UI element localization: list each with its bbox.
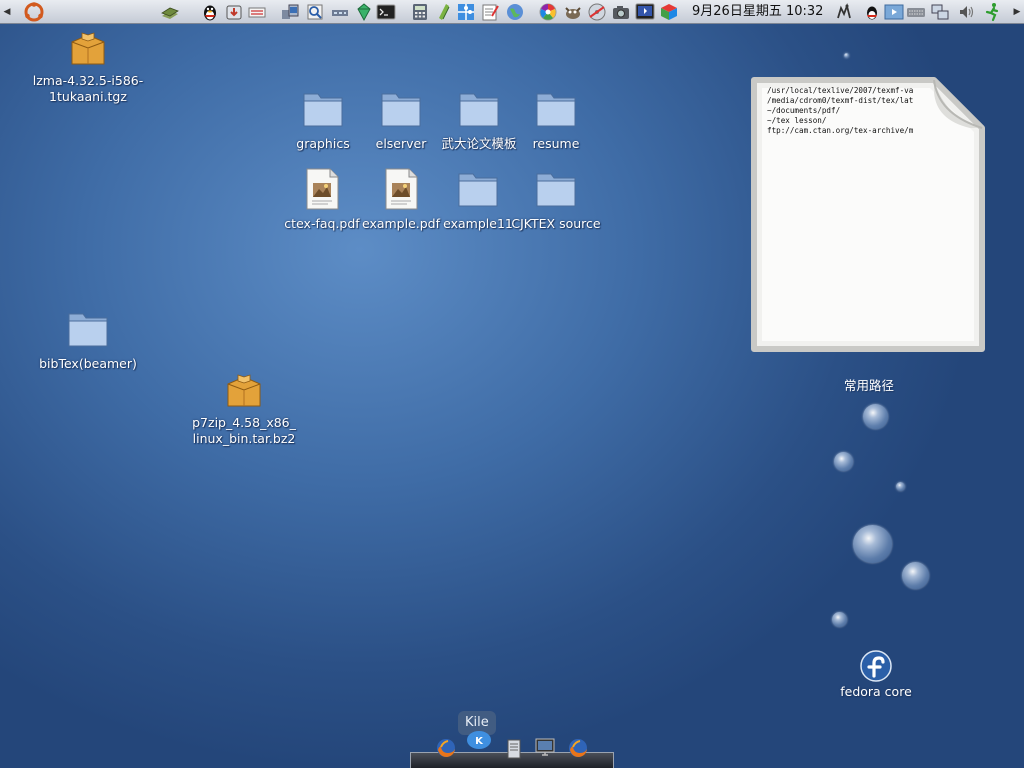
note-line: /media/cdrom0/texmf-dist/tex/lat (767, 96, 914, 105)
bubble-decoration (853, 525, 892, 563)
panel-scroll-right-icon[interactable]: ▶ (1010, 0, 1024, 24)
desktop-icon-ctex-faq[interactable]: ctex-faq.pdf (282, 168, 362, 232)
bubble-decoration (832, 612, 847, 627)
bubble-decoration (902, 562, 929, 589)
desktop-icon-label: 武大论文模板 (441, 136, 517, 151)
logout-run-icon[interactable] (982, 2, 1002, 22)
desktop-icon-resume[interactable]: resume (516, 90, 596, 152)
folder-icon (457, 170, 499, 208)
desktop-icon-label: CJKTEX source (511, 216, 601, 231)
network-tray-icon[interactable] (930, 2, 950, 22)
note-line: ~/tex lesson/ (767, 116, 827, 125)
folder-icon (458, 90, 500, 128)
calculator-icon[interactable] (410, 2, 430, 22)
globe-icon[interactable] (505, 2, 525, 22)
desktop-icon-graphics[interactable]: graphics (283, 90, 363, 152)
note-line: ~/documents/pdf/ (767, 106, 841, 115)
fedora-logo-icon (860, 650, 892, 682)
package-icon (70, 30, 106, 68)
network-icon[interactable] (280, 2, 300, 22)
burner-icon[interactable] (587, 2, 607, 22)
search-icon[interactable] (305, 2, 325, 22)
desktop-icon-p7zip[interactable]: p7zip_4.58_x86_ linux_bin.tar.bz2 (183, 372, 305, 447)
qq-tray-icon[interactable] (862, 2, 882, 22)
desktop-icon-label: elserver (375, 136, 427, 151)
desktop-icon-label: 1tukaani.tgz (49, 89, 127, 104)
desktop-icon-bibtex[interactable]: bibTex(beamer) (34, 310, 142, 372)
desktop-icon-whu-template[interactable]: 武大论文模板 (436, 90, 522, 152)
bubble-decoration (896, 482, 905, 491)
ubuntu-logo-icon[interactable] (24, 2, 44, 22)
desktop-icon-example-pdf[interactable]: example.pdf (359, 168, 443, 232)
qq-penguin-icon[interactable] (200, 2, 220, 22)
server-icon[interactable] (503, 738, 525, 760)
keyboard-icon[interactable] (906, 2, 926, 22)
desktop-icon-label: graphics (296, 136, 350, 151)
bubble-decoration (863, 404, 888, 429)
firefox-icon[interactable] (567, 737, 589, 759)
desktop-icon-example11[interactable]: example11 (440, 170, 516, 232)
note-line: ftp://cam.ctan.org/tex-archive/m (767, 126, 914, 135)
desktop-icon-label: resume (532, 136, 580, 151)
desktop-icon-fedora-core[interactable]: fedora core (832, 650, 920, 700)
desktop-icon-cjktex[interactable]: CJKTEX source (506, 170, 606, 232)
desktop-icon-label: ctex-faq.pdf (284, 216, 360, 231)
hardware-icon[interactable] (330, 2, 350, 22)
terminal-icon[interactable] (376, 2, 396, 22)
panel-scroll-left-icon[interactable]: ◀ (0, 0, 14, 24)
ftp-icon[interactable] (247, 2, 267, 22)
kile-icon[interactable]: K (466, 730, 492, 750)
pdf-icon (383, 168, 419, 210)
gem-icon[interactable] (354, 2, 374, 22)
folder-icon (302, 90, 344, 128)
media-icon[interactable] (884, 2, 904, 22)
video-icon[interactable] (635, 2, 655, 22)
desktop-icon-label: example11 (443, 216, 513, 231)
panel-clock[interactable]: 9月26日星期五 10:32 (692, 0, 823, 24)
svg-text:K: K (475, 736, 484, 747)
monitor-icon[interactable] (534, 737, 556, 759)
accessibility-icon[interactable] (834, 2, 854, 22)
note-label: 常用路径 (843, 378, 894, 393)
desktop-icon-label: p7zip_4.58_x86_ (192, 415, 296, 430)
desktop-icon-lzma[interactable]: lzma-4.32.5-i586- 1tukaani.tgz (24, 30, 152, 105)
desktop-icon-label: example.pdf (361, 216, 441, 231)
folder-icon (67, 310, 109, 348)
picasa-icon[interactable] (538, 2, 558, 22)
cube-icon[interactable] (659, 2, 679, 22)
notepad-icon[interactable] (480, 2, 500, 22)
folder-icon (535, 90, 577, 128)
desktop-icon-label: fedora core (840, 684, 912, 699)
desktop-icon-label: bibTex(beamer) (39, 356, 137, 371)
download-icon[interactable] (224, 2, 244, 22)
bubble-decoration (844, 53, 849, 58)
pdf-icon (304, 168, 340, 210)
book-icon[interactable] (160, 2, 180, 22)
puzzle-icon[interactable] (456, 2, 476, 22)
folder-icon (380, 90, 422, 128)
folder-icon (535, 170, 577, 208)
firefox-icon[interactable] (435, 737, 457, 759)
desktop-icon-elserver[interactable]: elserver (361, 90, 441, 152)
bubble-decoration (834, 452, 853, 471)
desktop-icon-label: lzma-4.32.5-i586- (32, 73, 144, 88)
note-line: /usr/local/texlive/2007/texmf-va (767, 86, 914, 95)
sidebar-icon[interactable] (434, 2, 454, 22)
camera-icon[interactable] (611, 2, 631, 22)
volume-icon[interactable] (957, 2, 977, 22)
package-icon (226, 372, 262, 410)
gimp-icon[interactable] (563, 2, 583, 22)
top-panel: ◀ ▶ 9月26日星期五 10:32 (0, 0, 1024, 24)
desktop-icon-label: linux_bin.tar.bz2 (192, 431, 296, 446)
note-text[interactable]: /usr/local/texlive/2007/texmf-va /media/… (767, 86, 929, 136)
